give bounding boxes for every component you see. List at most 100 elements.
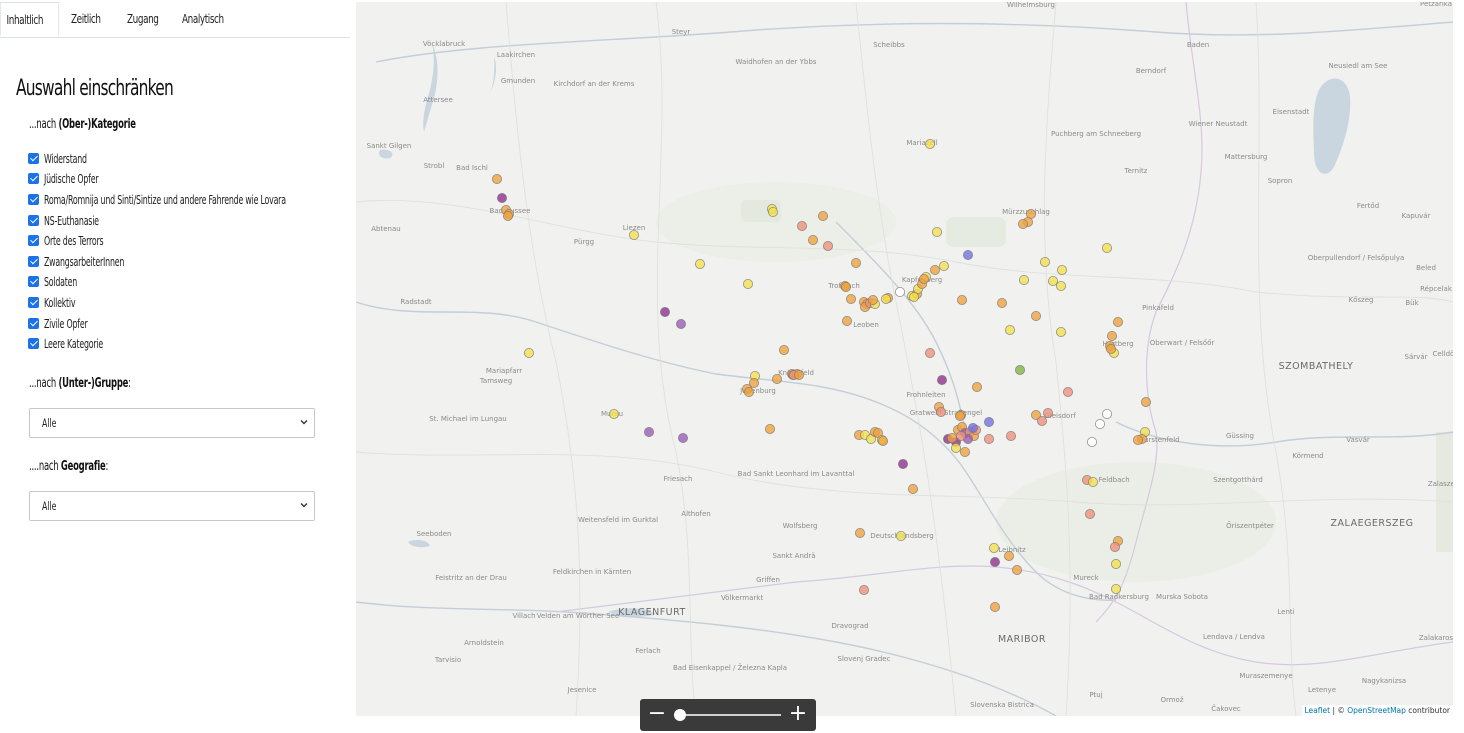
map-marker[interactable] <box>743 386 754 397</box>
map-marker[interactable] <box>956 430 967 441</box>
map-marker[interactable] <box>881 293 892 304</box>
map-marker[interactable] <box>1056 280 1067 291</box>
category-checkbox[interactable] <box>28 235 39 247</box>
map-marker[interactable] <box>990 557 1001 568</box>
map-marker[interactable] <box>936 406 947 417</box>
map-marker[interactable] <box>1111 559 1122 570</box>
map-marker[interactable] <box>957 294 968 305</box>
category-checkbox-label[interactable]: ZwangsarbeiterInnen <box>44 254 124 269</box>
map-marker[interactable] <box>840 281 851 292</box>
map-marker[interactable] <box>1040 256 1051 267</box>
map-marker[interactable] <box>968 422 979 433</box>
map-marker[interactable] <box>937 374 948 385</box>
map-marker[interactable] <box>502 210 513 221</box>
category-checkbox-label[interactable]: NS-Euthanasie <box>44 213 99 228</box>
category-checkbox-label[interactable]: Kollektiv <box>44 295 76 310</box>
map-marker[interactable] <box>1037 415 1048 426</box>
category-item[interactable]: NS-Euthanasie <box>28 210 389 231</box>
map-canvas[interactable]: Wilhelmsburg Petzarika Vöcklabruck Laakirch… <box>356 2 1453 716</box>
category-checkbox-label[interactable]: Soldaten <box>44 274 77 289</box>
map-marker[interactable] <box>742 278 753 289</box>
category-checkbox-label[interactable]: Jüdische Opfer <box>44 171 99 186</box>
category-checkbox-label[interactable]: Orte des Terrors <box>44 233 104 248</box>
map-marker[interactable] <box>984 433 995 444</box>
category-checkbox[interactable] <box>28 317 39 329</box>
category-checkbox[interactable] <box>28 214 39 226</box>
map-marker[interactable] <box>951 442 962 453</box>
map-marker[interactable] <box>643 426 654 437</box>
map-marker[interactable] <box>822 240 833 251</box>
map-marker[interactable] <box>628 229 639 240</box>
map-marker[interactable] <box>930 264 941 275</box>
category-checkbox[interactable] <box>28 338 39 350</box>
tab-zugang[interactable]: Zugang <box>127 2 159 36</box>
map-marker[interactable] <box>1018 218 1029 229</box>
map-marker[interactable] <box>1133 434 1144 445</box>
map-marker[interactable] <box>1006 430 1017 441</box>
map-marker[interactable] <box>868 294 879 305</box>
map-marker[interactable] <box>1004 551 1015 562</box>
map-marker[interactable] <box>1095 418 1106 429</box>
map-marker[interactable] <box>990 602 1001 613</box>
map-marker[interactable] <box>1031 310 1042 321</box>
map-marker[interactable] <box>960 446 971 457</box>
map-marker[interactable] <box>919 273 930 284</box>
map-marker[interactable] <box>908 483 919 494</box>
tab-analytisch[interactable]: Analytisch <box>182 2 224 36</box>
map-marker[interactable] <box>878 435 889 446</box>
map-marker[interactable] <box>896 531 907 542</box>
map-marker[interactable] <box>1107 330 1118 341</box>
category-item[interactable]: ZwangsarbeiterInnen <box>28 251 389 272</box>
category-checkbox[interactable] <box>28 173 39 185</box>
map-marker[interactable] <box>939 260 950 271</box>
category-checkbox[interactable] <box>28 296 39 308</box>
map-marker[interactable] <box>771 373 782 384</box>
category-item[interactable]: Orte des Terrors <box>28 230 389 251</box>
map-marker[interactable] <box>963 249 974 260</box>
map-marker[interactable] <box>841 315 852 326</box>
map-marker[interactable] <box>989 543 1000 554</box>
map-marker[interactable] <box>1048 275 1059 286</box>
map-marker[interactable] <box>807 234 818 245</box>
map-marker[interactable] <box>1141 396 1152 407</box>
map-marker[interactable] <box>1056 326 1067 337</box>
map-marker[interactable] <box>845 293 856 304</box>
map-marker[interactable] <box>1113 316 1124 327</box>
map-marker[interactable] <box>764 423 775 434</box>
tab-zeitlich[interactable]: Zeitlich <box>71 2 101 36</box>
category-item[interactable]: Zivile Opfer <box>28 313 389 334</box>
map-marker[interactable] <box>1005 324 1016 335</box>
category-checkbox[interactable] <box>28 255 39 267</box>
map-marker[interactable] <box>796 220 807 231</box>
map-marker[interactable] <box>1019 274 1030 285</box>
category-checkbox[interactable] <box>28 193 39 205</box>
map-marker[interactable] <box>1106 343 1117 354</box>
map-marker[interactable] <box>675 318 686 329</box>
map-marker[interactable] <box>523 347 534 358</box>
map-marker[interactable] <box>947 432 958 443</box>
map-marker[interactable] <box>694 258 705 269</box>
leaflet-link[interactable]: Leaflet <box>1305 706 1331 715</box>
map-marker[interactable] <box>496 192 507 203</box>
category-checkbox-label[interactable]: Leere Kategorie <box>44 336 103 351</box>
map-marker[interactable] <box>909 291 920 302</box>
map-marker[interactable] <box>1087 436 1098 447</box>
map-marker[interactable] <box>854 528 865 539</box>
zoom-in-button[interactable]: + <box>784 699 812 731</box>
map-marker[interactable] <box>491 173 502 184</box>
map-marker[interactable] <box>1057 264 1068 275</box>
map-marker[interactable] <box>1063 386 1074 397</box>
map-marker[interactable] <box>925 138 936 149</box>
map-marker[interactable] <box>817 210 828 221</box>
category-item[interactable]: Widerstand <box>28 148 389 169</box>
category-checkbox-label[interactable]: Roma/Romnija und Sinti/Sintize und ander… <box>44 192 286 207</box>
map-marker[interactable] <box>677 432 688 443</box>
map-marker[interactable] <box>997 297 1008 308</box>
map-marker[interactable] <box>972 381 983 392</box>
map-marker[interactable] <box>932 226 943 237</box>
map-marker[interactable] <box>1102 242 1113 253</box>
map-marker[interactable] <box>984 416 995 427</box>
category-item[interactable]: Roma/Romnija und Sinti/Sintize und ander… <box>28 189 389 210</box>
category-checkbox[interactable] <box>28 152 39 164</box>
category-item[interactable]: Kollektiv <box>28 292 389 313</box>
